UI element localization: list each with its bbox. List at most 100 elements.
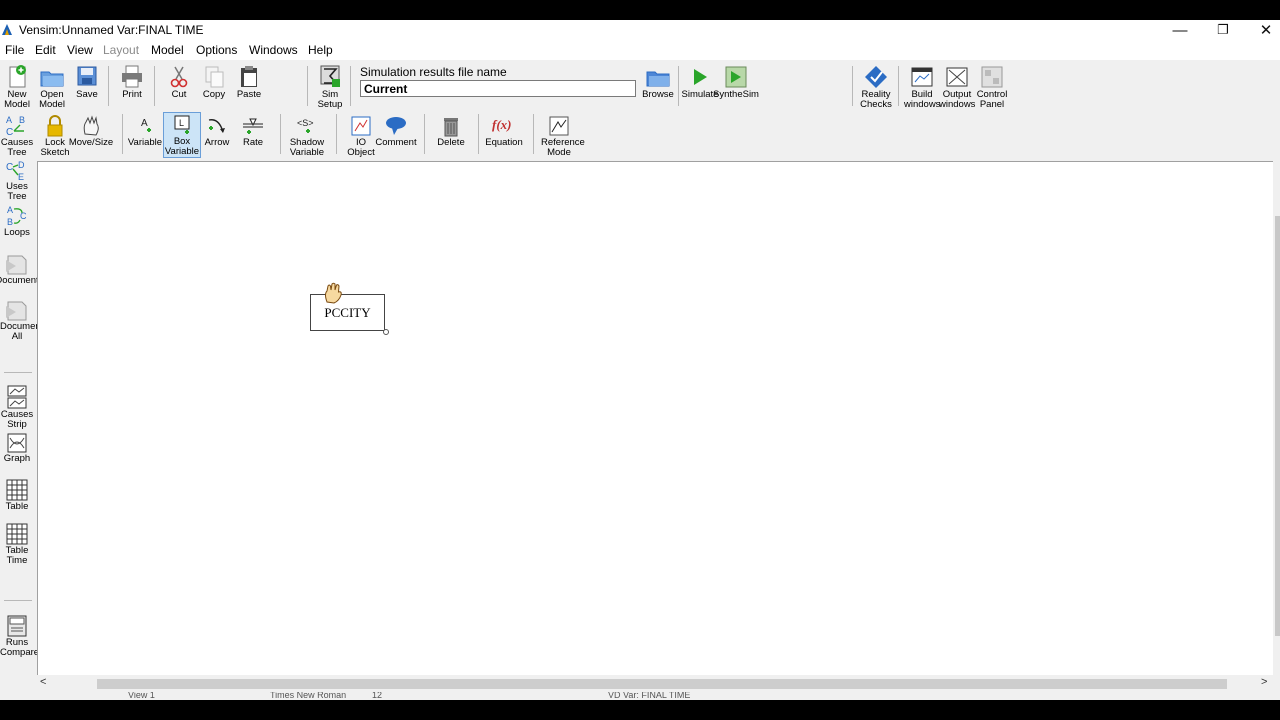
- paste-button[interactable]: Paste: [231, 64, 267, 100]
- save-disk-icon: [77, 66, 97, 86]
- sketch-toolbar: ABC Causes Tree Lock Sketch Move/Size A …: [0, 110, 1280, 160]
- browse-button[interactable]: Browse: [640, 64, 676, 100]
- resize-handle[interactable]: [383, 329, 389, 335]
- folder-icon: [646, 71, 670, 87]
- hand-icon: [83, 115, 99, 136]
- menu-windows[interactable]: Windows: [249, 43, 298, 57]
- loops-button[interactable]: ABC Loops: [0, 204, 34, 238]
- sim-results-input[interactable]: [360, 80, 636, 97]
- shadow-variable-button[interactable]: <S> Shadow Variable: [289, 114, 325, 158]
- document-all-icon: [6, 301, 27, 321]
- menu-file[interactable]: File: [5, 43, 24, 57]
- sim-results-label: Simulation results file name: [360, 65, 507, 79]
- comment-button[interactable]: Comment: [375, 114, 417, 148]
- vertical-scroll-thumb[interactable]: [1275, 216, 1280, 636]
- table-time-icon: [6, 523, 28, 545]
- font-size-selector[interactable]: 12: [372, 692, 382, 700]
- arrow-icon: [208, 119, 225, 133]
- table-time-button[interactable]: Table Time: [0, 522, 34, 566]
- menu-help[interactable]: Help: [308, 43, 333, 57]
- title-bar: Vensim:Unnamed Var:FINAL TIME — ❐ ✕: [0, 20, 1280, 40]
- play-icon: [694, 69, 707, 85]
- status-variable: VD Var: FINAL TIME: [608, 692, 691, 700]
- svg-text:<S>: <S>: [297, 118, 314, 128]
- build-windows-button[interactable]: Build windows: [904, 64, 940, 110]
- svg-text:f(x): f(x): [492, 117, 512, 132]
- causes-tree-button[interactable]: ABC Causes Tree: [0, 114, 35, 158]
- io-object-button[interactable]: IO Object: [343, 114, 379, 158]
- svg-text:A: A: [7, 205, 13, 215]
- control-panel-button[interactable]: Control Panel: [974, 64, 1010, 110]
- menu-options[interactable]: Options: [196, 43, 237, 57]
- sim-setup-icon: [320, 65, 340, 87]
- svg-text:L: L: [179, 118, 184, 128]
- rate-button[interactable]: Rate: [235, 114, 271, 148]
- reality-checks-button[interactable]: Reality Checks: [858, 64, 894, 110]
- view-selector[interactable]: View 1: [128, 692, 155, 700]
- svg-text:A: A: [141, 118, 148, 129]
- print-button[interactable]: Print: [114, 64, 150, 100]
- svg-text:C: C: [6, 162, 13, 173]
- output-windows-button[interactable]: Output windows: [939, 64, 975, 110]
- scroll-left-icon[interactable]: <: [40, 676, 46, 688]
- menu-edit[interactable]: Edit: [35, 43, 56, 57]
- svg-text:B: B: [7, 217, 13, 227]
- equation-button[interactable]: f(x) Equation: [485, 114, 523, 148]
- table-button[interactable]: Table: [0, 478, 34, 512]
- sim-setup-button[interactable]: Sim Setup: [312, 64, 348, 110]
- io-object-icon: [351, 116, 371, 136]
- main-toolbar: New Model Open Model Save Print Cut Copy…: [0, 60, 1280, 111]
- hand-cursor-icon: [325, 282, 342, 304]
- uses-tree-icon: C DE: [6, 160, 25, 182]
- table-icon: [6, 479, 28, 501]
- save-button[interactable]: Save: [69, 64, 105, 100]
- horizontal-scroll-thumb[interactable]: [97, 679, 1227, 689]
- arrow-button[interactable]: Arrow: [199, 114, 235, 148]
- runs-compare-icon: [7, 615, 27, 637]
- delete-button[interactable]: Delete: [433, 114, 469, 148]
- synthesim-button[interactable]: SyntheSim: [713, 64, 759, 100]
- uses-tree-button[interactable]: CDE Uses Tree: [0, 160, 34, 202]
- reference-mode-button[interactable]: Reference Mode: [541, 114, 585, 158]
- box-variable-icon: L: [174, 115, 190, 134]
- svg-text:D: D: [18, 160, 25, 170]
- control-panel-icon: [981, 66, 1003, 88]
- restore-button[interactable]: ❐: [1203, 20, 1243, 40]
- variable-button[interactable]: A Variable: [127, 114, 163, 148]
- menu-model[interactable]: Model: [151, 43, 184, 57]
- minimize-button[interactable]: —: [1160, 20, 1200, 40]
- font-selector[interactable]: Times New Roman: [270, 692, 346, 700]
- cut-button[interactable]: Cut: [161, 64, 197, 100]
- close-button[interactable]: ✕: [1246, 20, 1280, 40]
- lock-sketch-button[interactable]: Lock Sketch: [37, 114, 73, 158]
- svg-text:B: B: [19, 115, 25, 125]
- graph-icon: [7, 433, 27, 453]
- new-model-icon: [9, 65, 26, 88]
- menu-view[interactable]: View: [67, 43, 93, 57]
- causes-tree-icon: A BC: [6, 115, 25, 138]
- open-folder-icon: [40, 71, 64, 87]
- copy-button[interactable]: Copy: [196, 64, 232, 100]
- document-icon: [6, 255, 27, 275]
- runs-compare-button[interactable]: Runs Compare: [0, 614, 39, 658]
- reality-check-icon: [865, 66, 887, 88]
- graph-button[interactable]: Graph: [0, 432, 34, 464]
- horizontal-scrollbar[interactable]: < >: [37, 675, 1280, 692]
- loops-icon: ABC: [7, 205, 27, 227]
- scroll-right-icon[interactable]: >: [1261, 676, 1267, 688]
- document-all-button[interactable]: Document All: [0, 298, 43, 342]
- open-model-button[interactable]: Open Model: [34, 64, 70, 110]
- box-variable-button[interactable]: L Box Variable: [163, 112, 201, 158]
- variable-name: PCCITY: [324, 304, 371, 320]
- comment-icon: [386, 117, 406, 135]
- move-size-button[interactable]: Move/Size: [69, 114, 113, 148]
- trash-icon: [444, 118, 458, 137]
- copy-icon: [205, 66, 224, 88]
- equation-fx-icon: f(x): [492, 117, 512, 132]
- new-model-button[interactable]: New Model: [0, 64, 35, 110]
- document-button[interactable]: Document: [0, 252, 39, 286]
- vertical-scrollbar[interactable]: [1273, 161, 1280, 683]
- menu-layout[interactable]: Layout: [103, 43, 139, 57]
- sketch-canvas[interactable]: [37, 161, 1275, 684]
- causes-strip-button[interactable]: Causes Strip: [0, 384, 34, 430]
